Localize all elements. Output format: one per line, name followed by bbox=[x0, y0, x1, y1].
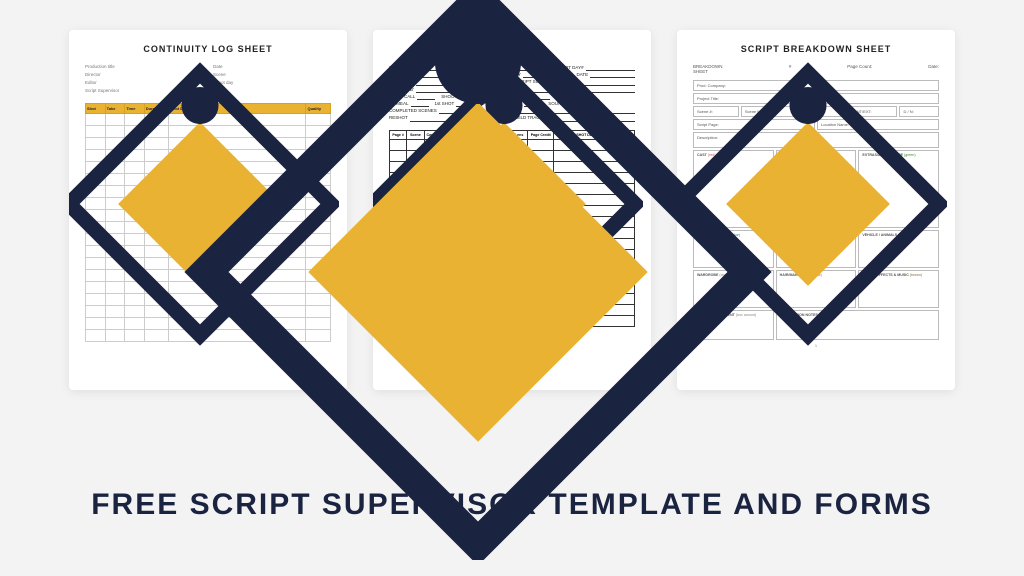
canvas: CONTINUITY LOG SHEET Production title Da… bbox=[0, 0, 1024, 576]
brand-logo-icon bbox=[0, 0, 990, 560]
